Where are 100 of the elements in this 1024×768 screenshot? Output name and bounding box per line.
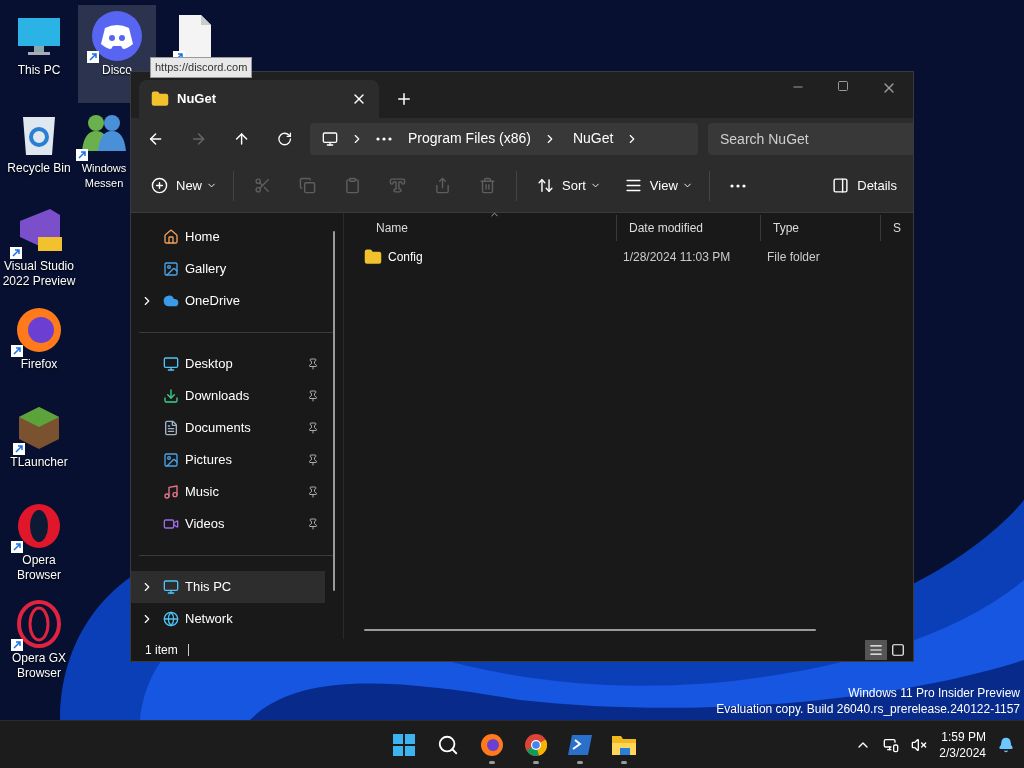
sidebar-item[interactable]: This PC [131, 571, 325, 603]
view-button[interactable]: View [616, 168, 701, 203]
video-icon [163, 516, 179, 532]
sidebar-label: Music [185, 483, 220, 502]
sidebar-label: Home [185, 228, 221, 247]
icon-label: Firefox [19, 357, 59, 372]
running-indicator [621, 760, 627, 764]
icon-label: Opera GX Browser [11, 651, 67, 681]
network-icon [163, 611, 179, 627]
sidebar-item[interactable]: Videos [131, 508, 325, 540]
maximize-icon[interactable] [837, 80, 849, 92]
sidebar-item[interactable]: OneDrive [131, 285, 325, 317]
sidebar-item[interactable]: Gallery [131, 253, 325, 285]
cut-icon [254, 177, 271, 194]
document-icon [163, 420, 179, 436]
terminal-icon [567, 733, 593, 756]
sidebar-label: Network [185, 610, 234, 629]
more-icon [729, 183, 746, 188]
sidebar-label: Videos [185, 515, 226, 534]
sidebar-label: Documents [185, 419, 252, 438]
sidebar-item[interactable]: Music [131, 476, 325, 508]
browser-logo-icon [480, 732, 504, 757]
details-view-button[interactable] [865, 640, 887, 660]
breadcrumb-item[interactable]: NuGet [572, 128, 614, 149]
link-tooltip: https://discord.com [150, 57, 253, 78]
sort-button[interactable]: Sort [529, 168, 609, 203]
sidebar-item[interactable]: Documents [131, 412, 325, 444]
new-tab-icon[interactable] [395, 90, 413, 108]
column-header[interactable]: Type [761, 215, 881, 241]
sidebar-item[interactable]: Downloads [131, 380, 325, 412]
tile-icon [891, 643, 905, 657]
sidebar-label: OneDrive [185, 292, 241, 311]
column-header[interactable]: Date modified [617, 215, 761, 241]
network-icon[interactable] [883, 736, 900, 753]
search-icon [437, 733, 459, 756]
status-text: 1 item [145, 642, 178, 659]
copy-icon [299, 177, 316, 194]
rename-icon [389, 177, 406, 194]
new-button[interactable]: New [143, 168, 225, 203]
running-indicator [489, 760, 495, 764]
more-icon [376, 136, 393, 141]
speaker-muted-icon[interactable] [911, 736, 928, 753]
icon-label: Recycle Bin [6, 161, 72, 176]
address-bar[interactable]: Program Files (x86) NuGet [310, 122, 698, 155]
icon-label: Opera Browser [16, 553, 62, 583]
sidebar-label: Downloads [185, 387, 251, 406]
clock[interactable]: 1:59 PM 2/3/2024 [939, 728, 986, 761]
sidebar-label: This PC [185, 578, 233, 597]
scrollbar[interactable] [333, 231, 335, 591]
type-cell-text: File folder [766, 249, 821, 266]
home-icon [163, 229, 179, 245]
view-icon [624, 177, 642, 194]
running-indicator [533, 760, 539, 764]
document-icon [177, 13, 213, 59]
date-cell-text: 1/28/2024 11:03 PM [622, 249, 732, 266]
start-logo-icon [392, 732, 416, 757]
sidebar-item[interactable]: Network [131, 603, 325, 635]
column-header[interactable]: S [881, 215, 913, 241]
folder-icon [151, 90, 169, 108]
picture-icon [163, 452, 179, 468]
icon-label: Visual Studio 2022 Preview [1, 259, 77, 289]
scrollbar[interactable] [364, 629, 816, 631]
file-row[interactable]: Config 1/28/2024 11:03 PM File folder [364, 241, 913, 273]
folder-icon [611, 733, 637, 756]
music-icon [163, 484, 179, 500]
download-icon [163, 388, 179, 404]
tab[interactable]: NuGet [139, 80, 379, 118]
desktop-icon[interactable]: Recycle Bin [0, 103, 78, 201]
browser-logo-icon [15, 306, 63, 354]
desktop-icon[interactable]: Opera GX Browser [0, 593, 78, 691]
icon-label: Disco [101, 63, 133, 78]
tab-title: NuGet [177, 90, 217, 109]
refresh-icon[interactable] [276, 130, 293, 147]
chat-app-logo-icon [91, 10, 143, 62]
icon-label: Windows Messen [80, 161, 128, 191]
opera-logo-icon [15, 502, 63, 550]
sidebar-label: Gallery [185, 260, 228, 279]
desktop-icon[interactable]: Windows Messen [78, 103, 130, 201]
desktop-icon[interactable]: TLauncher [0, 397, 78, 495]
icon-label: This PC [16, 63, 62, 78]
delete-icon [479, 177, 496, 194]
column-header[interactable]: Name [364, 215, 617, 241]
cloud-icon [163, 293, 179, 309]
desktop-icon[interactable]: Visual Studio 2022 Preview [0, 201, 78, 299]
share-icon [434, 177, 451, 194]
sidebar-item[interactable]: Pictures [131, 444, 325, 476]
details-button[interactable]: Details [832, 175, 897, 196]
notification-bell-icon[interactable] [998, 736, 1014, 753]
desktop-icon[interactable]: This PC [0, 5, 78, 103]
watermark-text: Windows 11 Pro Insider Preview [848, 685, 1020, 701]
desktop-icon[interactable]: Opera Browser [0, 495, 78, 593]
sidebar-item[interactable]: Desktop [131, 348, 325, 380]
sidebar-item[interactable]: Home [131, 221, 325, 253]
paste-icon [344, 177, 361, 194]
desktop-icon[interactable]: Firefox [0, 299, 78, 397]
sidebar-label: Desktop [185, 355, 234, 374]
breadcrumb-item[interactable]: Program Files (x86) [408, 128, 531, 149]
ring-logo-icon [15, 600, 63, 648]
computer-icon [322, 130, 339, 147]
search-field[interactable]: Search NuGet [708, 122, 913, 155]
